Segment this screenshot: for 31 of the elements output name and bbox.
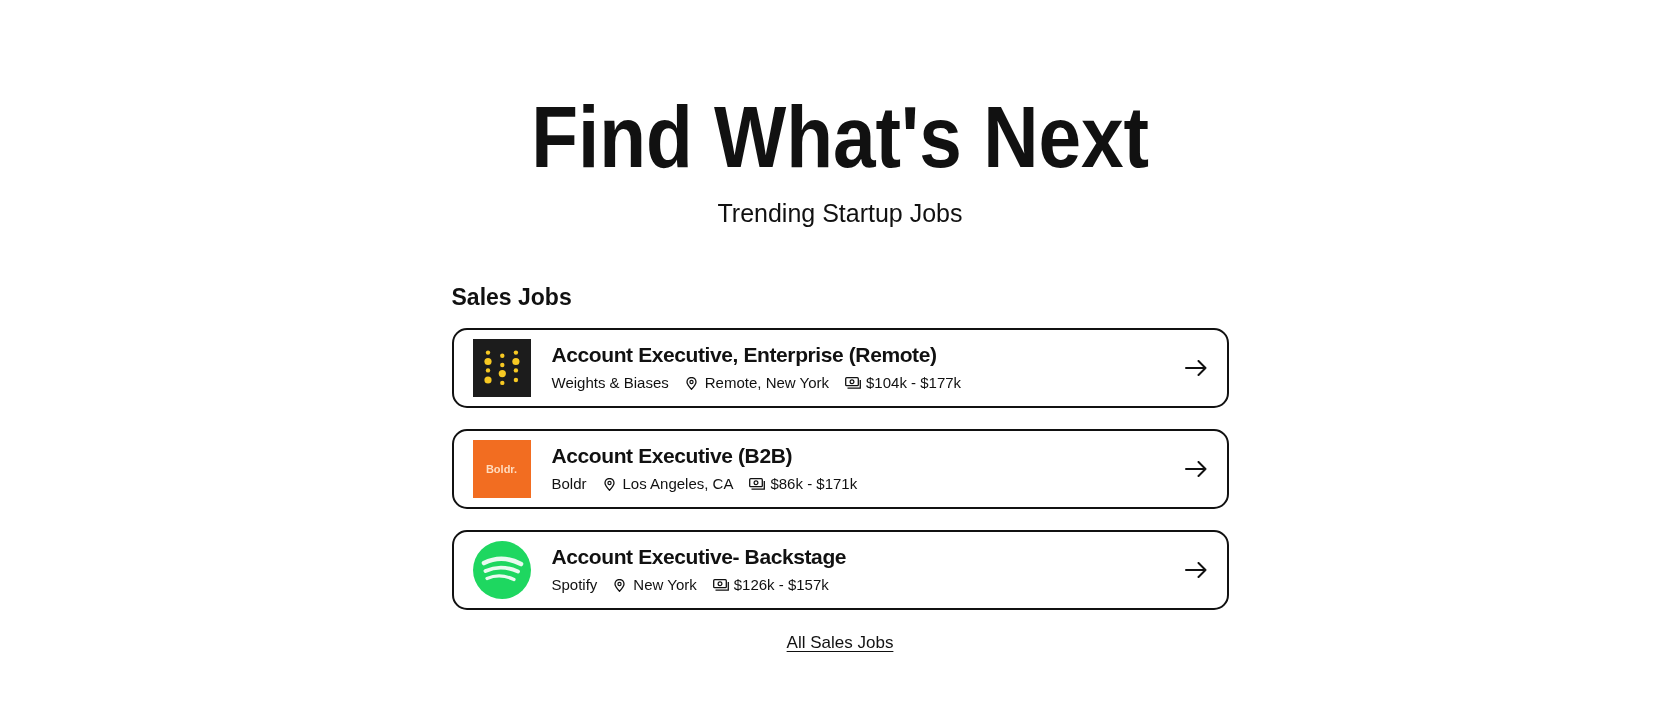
location-text: New York: [633, 575, 697, 595]
section-heading: Sales Jobs: [451, 286, 572, 309]
location-pin-icon: [603, 477, 615, 491]
salary-text: $126k - $157k: [733, 575, 829, 595]
arrow-right-icon: [1184, 562, 1207, 578]
salary-text: $104k - $177k: [866, 373, 962, 393]
page-title: Find What's Next: [531, 93, 1149, 181]
job-card[interactable]: Account Executive, Enterprise (Remote) Weights & Biases Remote, New York $104k - $177k: [451, 328, 1229, 408]
location-pin-icon: [614, 578, 626, 592]
job-card[interactable]: Account Executive- Backstage Spotify New York $126k - $157k: [451, 530, 1229, 610]
banknote-icon: [749, 478, 766, 490]
waves-circle-icon: [472, 541, 531, 599]
location-text: Los Angeles, CA: [622, 474, 734, 494]
job-card[interactable]: Boldr. Account Executive (B2B) Boldr Los Angeles, CA $86k - $171k: [451, 429, 1229, 509]
dot-grid-icon: [472, 339, 531, 397]
job-title: Account Executive- Backstage: [551, 545, 847, 569]
location-text: Remote, New York: [704, 373, 829, 393]
job-title: Account Executive, Enterprise (Remote): [551, 343, 937, 367]
job-title: Account Executive (B2B): [551, 444, 793, 468]
company-name: Boldr: [551, 474, 587, 494]
all-jobs-link[interactable]: All Sales Jobs: [786, 633, 894, 654]
arrow-right-icon: [1184, 360, 1207, 376]
wordmark-logo: Boldr.: [472, 440, 531, 498]
salary-text: $86k - $171k: [770, 474, 858, 494]
location-pin-icon: [685, 376, 697, 390]
banknote-icon: [845, 377, 861, 389]
arrow-right-icon: [1184, 461, 1207, 477]
banknote-icon: [712, 579, 729, 591]
company-name: Weights & Biases: [551, 373, 669, 393]
page-subtitle: Trending Startup Jobs: [717, 201, 963, 226]
company-name: Spotify: [551, 575, 598, 595]
